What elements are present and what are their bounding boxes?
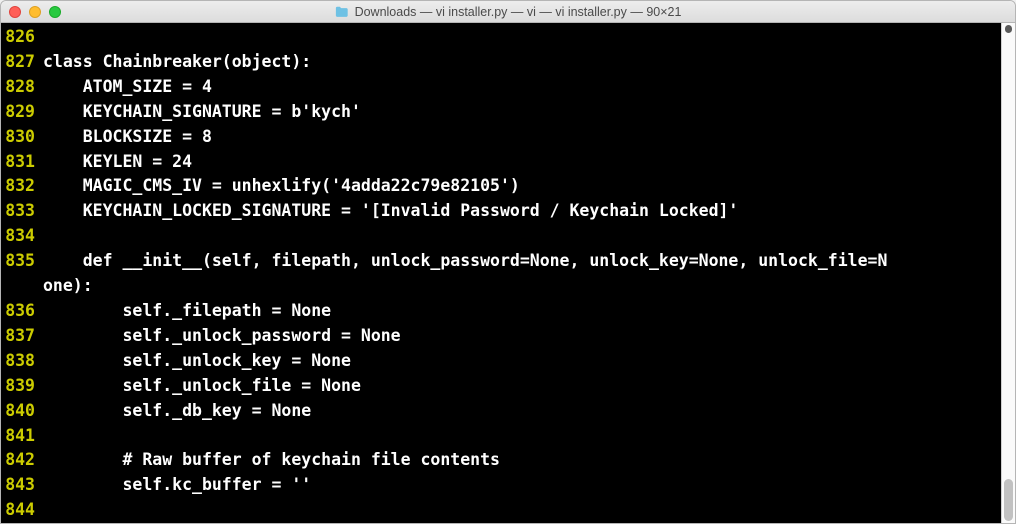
code-text: KEYCHAIN_LOCKED_SIGNATURE = '[Invalid Pa… [43,199,738,224]
scrollbar-indicator-top [1005,25,1012,33]
code-line: 833 KEYCHAIN_LOCKED_SIGNATURE = '[Invali… [1,199,1001,224]
folder-icon [335,5,349,19]
code-editor[interactable]: 826827class Chainbreaker(object):828 ATO… [1,23,1001,523]
line-number: 844 [1,498,43,523]
line-number: 841 [1,424,43,449]
window-title: Downloads — vi installer.py — vi — vi in… [1,5,1015,19]
code-line: 843 self.kc_buffer = '' [1,473,1001,498]
terminal-window: Downloads — vi installer.py — vi — vi in… [0,0,1016,524]
code-text: self._unlock_password = None [43,324,401,349]
line-number: 839 [1,374,43,399]
maximize-button[interactable] [49,6,61,18]
code-text: KEYLEN = 24 [43,150,192,175]
line-number: 840 [1,399,43,424]
code-line: one): [1,274,1001,299]
code-line: 826 [1,25,1001,50]
code-text: # Raw buffer of keychain file contents [43,448,500,473]
line-number: 826 [1,25,43,50]
line-number: 836 [1,299,43,324]
close-button[interactable] [9,6,21,18]
scrollbar-track[interactable] [1001,23,1015,523]
line-number: 843 [1,473,43,498]
code-text: self.kc_buffer = '' [43,473,311,498]
line-number: 830 [1,125,43,150]
code-text: class Chainbreaker(object): [43,50,311,75]
window-title-text: Downloads — vi installer.py — vi — vi in… [355,5,682,19]
minimize-button[interactable] [29,6,41,18]
code-text: self._db_key = None [43,399,311,424]
code-line: 844 [1,498,1001,523]
code-line: 832 MAGIC_CMS_IV = unhexlify('4adda22c79… [1,174,1001,199]
line-number: 842 [1,448,43,473]
code-line: 839 self._unlock_file = None [1,374,1001,399]
line-number: 828 [1,75,43,100]
code-line: 841 [1,424,1001,449]
code-text: KEYCHAIN_SIGNATURE = b'kych' [43,100,361,125]
code-text: MAGIC_CMS_IV = unhexlify('4adda22c79e821… [43,174,520,199]
code-line: 831 KEYLEN = 24 [1,150,1001,175]
code-line: 838 self._unlock_key = None [1,349,1001,374]
line-number: 831 [1,150,43,175]
line-number: 835 [1,249,43,274]
code-text: self._filepath = None [43,299,331,324]
code-text: BLOCKSIZE = 8 [43,125,212,150]
code-line: 835 def __init__(self, filepath, unlock_… [1,249,1001,274]
code-line: 830 BLOCKSIZE = 8 [1,125,1001,150]
line-number: 829 [1,100,43,125]
code-line: 837 self._unlock_password = None [1,324,1001,349]
traffic-lights [1,6,61,18]
code-line: 828 ATOM_SIZE = 4 [1,75,1001,100]
editor-area: 826827class Chainbreaker(object):828 ATO… [1,23,1015,523]
line-number: 833 [1,199,43,224]
code-line: 836 self._filepath = None [1,299,1001,324]
code-line: 827class Chainbreaker(object): [1,50,1001,75]
code-text: def __init__(self, filepath, unlock_pass… [43,249,887,274]
line-number: 832 [1,174,43,199]
code-line: 829 KEYCHAIN_SIGNATURE = b'kych' [1,100,1001,125]
titlebar[interactable]: Downloads — vi installer.py — vi — vi in… [1,1,1015,23]
line-number: 837 [1,324,43,349]
code-line: 842 # Raw buffer of keychain file conten… [1,448,1001,473]
line-number: 834 [1,224,43,249]
code-text: self._unlock_key = None [43,349,351,374]
line-number: 838 [1,349,43,374]
line-number: 827 [1,50,43,75]
code-text: one): [1,274,93,299]
code-text: ATOM_SIZE = 4 [43,75,212,100]
code-line: 834 [1,224,1001,249]
scrollbar-thumb[interactable] [1004,479,1013,521]
code-line: 840 self._db_key = None [1,399,1001,424]
code-text: self._unlock_file = None [43,374,361,399]
